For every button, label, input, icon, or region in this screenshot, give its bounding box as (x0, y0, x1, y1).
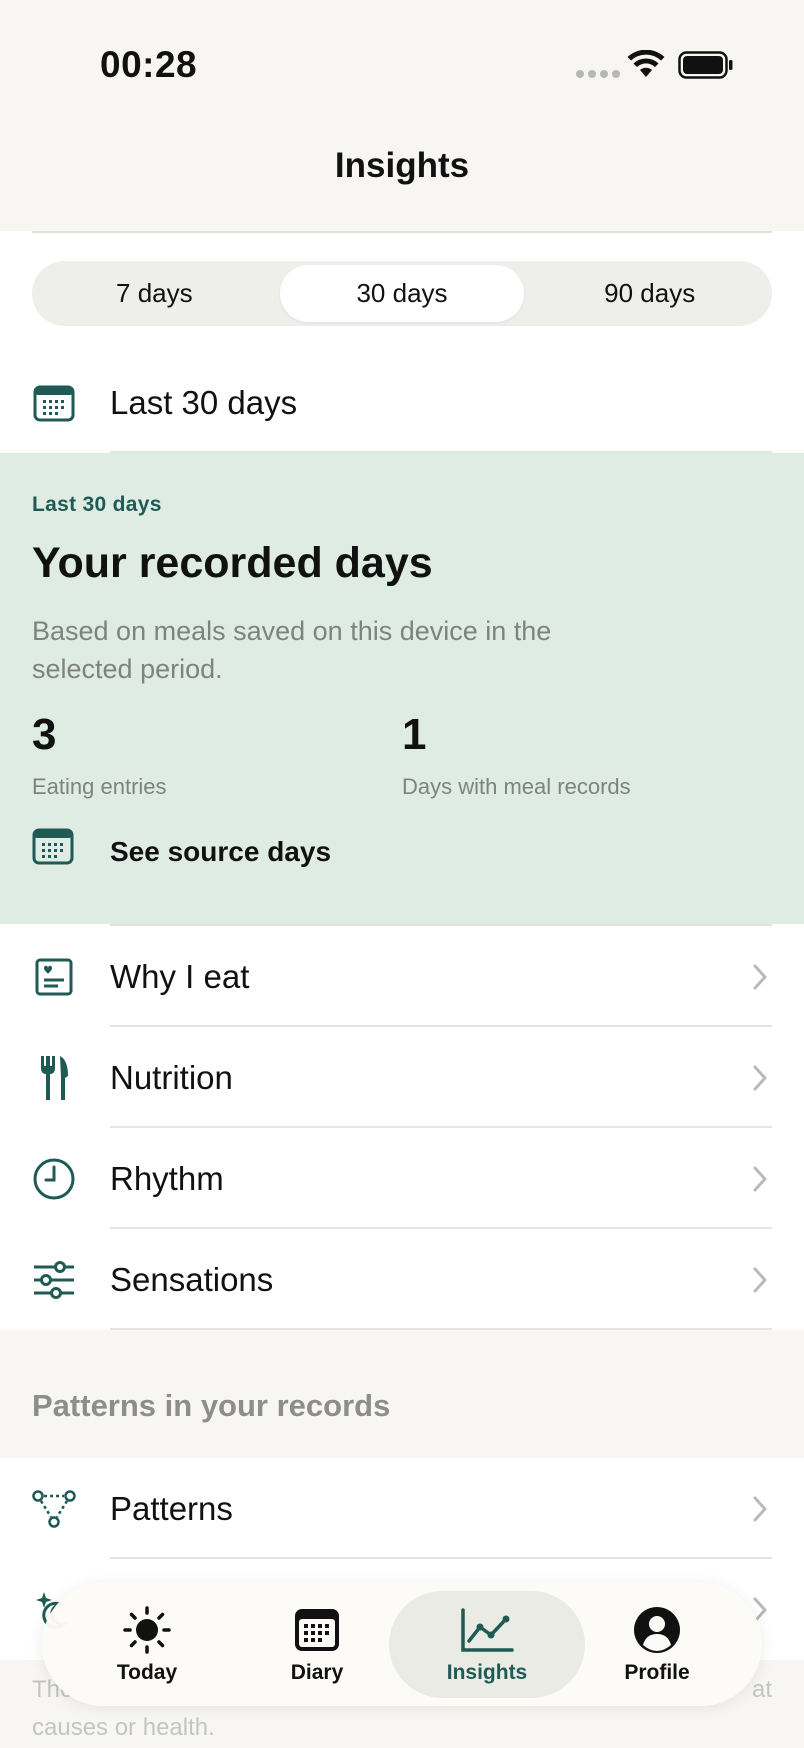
segment-30-days[interactable]: 30 days (279, 265, 525, 322)
period-segmented-control[interactable]: 7 days 30 days 90 days (32, 261, 772, 326)
chevron-right-icon (753, 1166, 767, 1191)
summary-card: Last 30 days Your recorded days Based on… (0, 453, 804, 924)
see-source-days-link[interactable]: See source days (32, 814, 772, 884)
menu-item-rhythm[interactable]: Rhythm (0, 1128, 804, 1229)
tab-bar: Today Diary Insights Profile (42, 1583, 762, 1706)
chart-icon (460, 1605, 514, 1655)
wifi-icon (627, 50, 665, 77)
tab-today[interactable]: Today (62, 1591, 232, 1698)
pattern-nodes-icon (32, 1487, 76, 1531)
row-divider (110, 1328, 772, 1330)
segment-7-days[interactable]: 7 days (32, 261, 277, 326)
chevron-right-icon (753, 1267, 767, 1292)
page-title: Insights (334, 146, 470, 185)
menu-item-patterns[interactable]: Patterns (0, 1458, 804, 1559)
sun-icon (122, 1605, 172, 1655)
stat-value: 3 (32, 710, 57, 759)
stat-value: 1 (402, 710, 427, 759)
chevron-right-icon (753, 964, 767, 989)
chevron-right-icon (753, 1065, 767, 1090)
stat-caption: Days with meal records (402, 774, 631, 799)
stat-days-with-records: 1 Days with meal records (402, 710, 772, 800)
menu-item-label: Patterns (110, 1489, 233, 1527)
see-source-days-label: See source days (110, 836, 332, 867)
date-range-row[interactable]: Last 30 days (0, 352, 804, 453)
tab-label: Diary (290, 1661, 344, 1684)
content: 7 days 30 days 90 days Last 30 days Last… (0, 231, 804, 1660)
tab-diary[interactable]: Diary (232, 1591, 402, 1698)
footer-note-line1-end: at (751, 1676, 772, 1703)
summary-stats: 3 Eating entries 1 Days with meal record… (32, 710, 772, 800)
stat-caption: Eating entries (32, 774, 167, 799)
summary-title: Your recorded days (32, 539, 433, 587)
menu-item-label: Nutrition (110, 1058, 233, 1096)
menu-item-label: Why I eat (110, 957, 250, 995)
tab-label: Today (116, 1661, 178, 1684)
sliders-icon (32, 1258, 76, 1302)
calendar-icon (293, 1605, 341, 1655)
battery-icon (678, 51, 733, 79)
tab-label: Insights (446, 1661, 528, 1684)
footer-note-line2: causes or health. (32, 1714, 215, 1741)
chevron-right-icon (753, 1496, 767, 1521)
summary-subtitle: Based on meals saved on this device in t… (32, 616, 552, 684)
summary-kicker: Last 30 days (32, 493, 162, 516)
date-range-label: Last 30 days (110, 383, 298, 421)
stat-eating-entries: 3 Eating entries (32, 710, 402, 800)
divider (32, 231, 772, 233)
tab-profile[interactable]: Profile (572, 1591, 742, 1698)
menu-item-sensations[interactable]: Sensations (0, 1229, 804, 1330)
tab-insights[interactable]: Insights (389, 1591, 585, 1698)
tab-label: Profile (624, 1661, 690, 1684)
cellular-signal-icon (576, 70, 620, 78)
insights-menu: Why I eat Nutrition Rhythm Sensations (0, 924, 804, 1330)
menu-item-nutrition[interactable]: Nutrition (0, 1027, 804, 1128)
person-icon (632, 1605, 682, 1655)
status-bar: 00:28 (0, 0, 804, 130)
status-time: 00:28 (100, 44, 198, 85)
calendar-icon (32, 381, 76, 425)
calendar-icon (32, 827, 74, 870)
period-section: 7 days 30 days 90 days Last 30 days (0, 231, 804, 453)
segment-90-days[interactable]: 90 days (527, 261, 772, 326)
menu-item-label: Rhythm (110, 1159, 224, 1197)
menu-item-why-i-eat[interactable]: Why I eat (0, 926, 804, 1027)
heart-journal-icon (32, 955, 76, 999)
clock-icon (32, 1157, 76, 1201)
menu-item-label: Sensations (110, 1260, 274, 1298)
section-header-patterns: Patterns in your records (32, 1388, 391, 1423)
fork-knife-icon (32, 1055, 76, 1100)
